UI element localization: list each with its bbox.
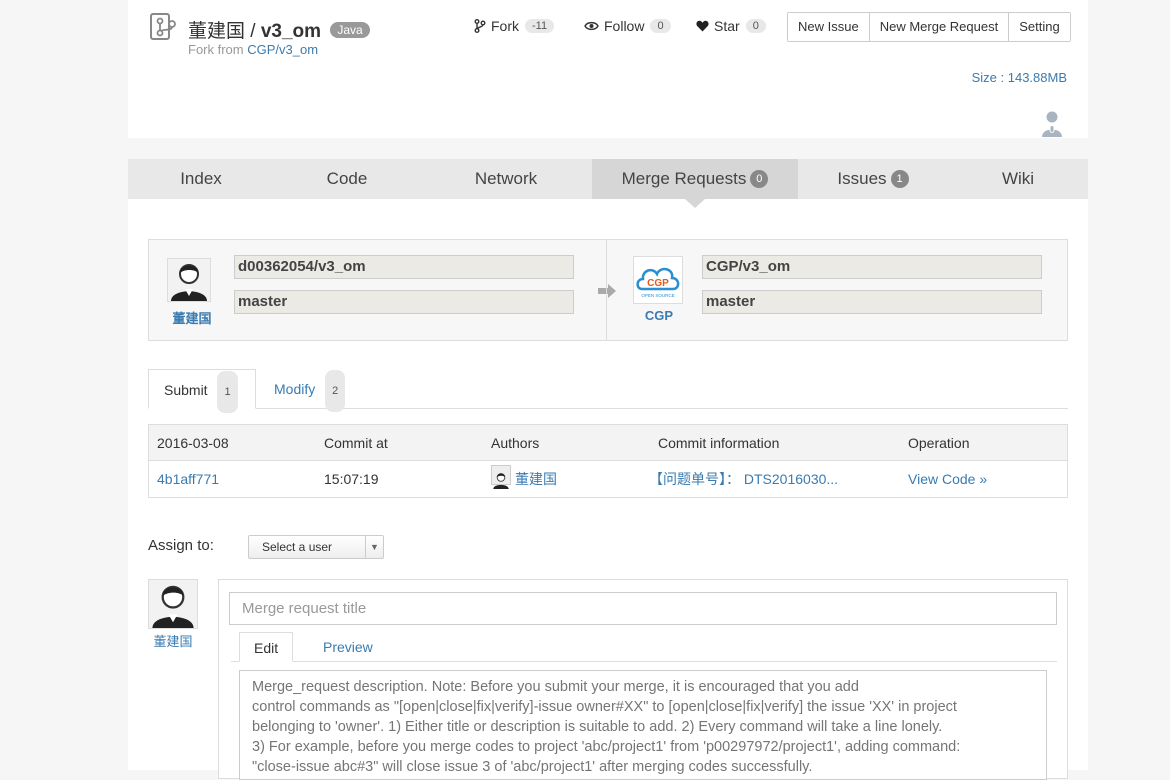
header-separator xyxy=(128,138,1088,159)
fork-label: Fork xyxy=(491,18,519,34)
eye-icon xyxy=(584,21,599,31)
follow-button[interactable]: Follow 0 xyxy=(584,18,671,34)
source-project-select[interactable]: d00362054/v3_om xyxy=(234,255,574,279)
fork-from-label: Fork from xyxy=(188,42,244,57)
follow-count: 0 xyxy=(650,19,671,33)
commit-time: 15:07:19 xyxy=(324,471,379,487)
fork-button[interactable]: Fork -11 xyxy=(474,18,555,34)
editor-tabs: Edit Preview xyxy=(231,632,1057,662)
fork-from: Fork from CGP/v3_om xyxy=(188,42,318,57)
tab-label: Issues xyxy=(837,169,887,188)
tab-preview[interactable]: Preview xyxy=(309,632,387,662)
star-label: Star xyxy=(714,18,740,34)
commit-table: 2016-03-08 Commit at Authors Commit info… xyxy=(148,424,1068,498)
assign-label: Assign to: xyxy=(148,537,214,554)
tab-label: Modify xyxy=(274,381,316,397)
repo-fork-icon xyxy=(150,13,176,40)
tab-merge-requests[interactable]: Merge Requests 0 xyxy=(592,159,798,208)
voice-user-icon[interactable] xyxy=(1041,110,1063,138)
tab-submit[interactable]: Submit 1 xyxy=(148,369,256,413)
merge-request-form: Edit Preview xyxy=(218,579,1068,780)
compare-divider xyxy=(606,240,607,340)
tab-label: Index xyxy=(180,169,222,188)
repo-header: 董建国 / v3_om Java Fork from CGP/v3_om For… xyxy=(128,0,1088,138)
language-badge: Java xyxy=(330,22,370,38)
fork-icon xyxy=(474,19,486,33)
issues-count: 1 xyxy=(890,170,909,188)
assignee-select[interactable]: Select a user ▼ xyxy=(248,535,384,559)
tab-index[interactable]: Index xyxy=(128,159,274,199)
target-project-select[interactable]: CGP/v3_om xyxy=(702,255,1042,279)
form-user-avatar[interactable] xyxy=(148,579,198,629)
cgp-logo-text: CGP xyxy=(647,278,669,289)
tab-edit[interactable]: Edit xyxy=(239,632,294,662)
tab-label: Merge Requests xyxy=(621,169,747,188)
table-row: 4b1aff771 15:07:19 董建国 【问题单号】： DTS201603… xyxy=(149,461,1067,497)
tab-label: Network xyxy=(474,169,538,188)
merge-request-description-input[interactable] xyxy=(239,670,1047,780)
header-authors: Authors xyxy=(491,435,540,451)
tab-network[interactable]: Network xyxy=(420,159,592,199)
merge-request-title-input[interactable] xyxy=(229,592,1057,625)
arrow-right-icon xyxy=(598,284,616,298)
fork-from-link[interactable]: CGP/v3_om xyxy=(247,42,318,57)
setting-button[interactable]: Setting xyxy=(1009,13,1070,41)
new-merge-request-button[interactable]: New Merge Request xyxy=(869,13,1010,41)
repo-nav: Index Code Network Merge Requests 0 Issue… xyxy=(128,159,1088,208)
header-date: 2016-03-08 xyxy=(157,435,229,451)
target-avatar[interactable]: CGP OPEN SOURCE xyxy=(633,256,683,304)
merge-requests-count: 0 xyxy=(750,170,769,188)
repo-owner[interactable]: 董建国 xyxy=(188,21,245,42)
user-avatar-icon xyxy=(171,264,207,301)
tab-modify[interactable]: Modify 2 xyxy=(259,369,360,412)
repo-title: 董建国 / v3_om Java xyxy=(188,16,370,43)
header-commit-at: Commit at xyxy=(324,435,388,451)
page: 董建国 / v3_om Java Fork from CGP/v3_om For… xyxy=(128,0,1088,780)
commit-author[interactable]: 董建国 xyxy=(491,461,557,497)
modify-count: 2 xyxy=(325,370,346,412)
commit-id[interactable]: 4b1aff771 xyxy=(157,461,219,497)
branch-compare: 董建国 d00362054/v3_om master CGP OPEN SOUR… xyxy=(148,239,1068,341)
source-avatar[interactable] xyxy=(167,258,211,302)
tab-code[interactable]: Code xyxy=(274,159,420,199)
new-issue-button[interactable]: New Issue xyxy=(788,13,870,41)
follow-label: Follow xyxy=(604,18,645,34)
source-branch-select[interactable]: master xyxy=(234,290,574,314)
header-commit-info: Commit information xyxy=(658,435,780,451)
commit-info[interactable]: 【问题单号】： DTS2016030... xyxy=(649,461,838,497)
tab-label: Code xyxy=(326,169,368,188)
target-branch-select[interactable]: master xyxy=(702,290,1042,314)
chevron-down-icon: ▼ xyxy=(365,536,383,558)
form-user-name[interactable]: 董建国 xyxy=(142,631,204,650)
tab-label: Submit xyxy=(164,382,208,398)
target-user[interactable]: CGP xyxy=(629,308,689,323)
tab-label: Wiki xyxy=(1001,169,1035,188)
user-avatar-icon xyxy=(152,585,194,628)
star-count: 0 xyxy=(745,19,766,33)
header-operation: Operation xyxy=(908,435,970,451)
assignee-value: Select a user xyxy=(262,540,333,554)
star-button[interactable]: Star 0 xyxy=(696,18,766,34)
title-separator: / xyxy=(250,21,256,42)
tab-wiki[interactable]: Wiki xyxy=(948,159,1088,199)
fork-count: -11 xyxy=(525,19,555,33)
cgp-logo-subtext: OPEN SOURCE xyxy=(641,293,674,298)
repo-size: Size : 143.88MB xyxy=(971,70,1067,85)
commit-tabs: Submit 1 Modify 2 xyxy=(148,369,1068,413)
source-user[interactable]: 董建国 xyxy=(162,308,222,327)
submit-count: 1 xyxy=(217,371,238,413)
view-code-link[interactable]: View Code » xyxy=(908,461,987,497)
heart-icon xyxy=(696,20,709,32)
author-avatar-icon xyxy=(491,465,511,489)
tab-issues[interactable]: Issues 1 xyxy=(798,159,948,199)
table-header: 2016-03-08 Commit at Authors Commit info… xyxy=(149,425,1067,461)
repo-actions: New Issue New Merge Request Setting xyxy=(787,12,1071,42)
cgp-logo-icon: CGP OPEN SOURCE xyxy=(636,267,680,298)
repo-name[interactable]: v3_om xyxy=(261,21,321,42)
author-name: 董建国 xyxy=(515,471,557,487)
